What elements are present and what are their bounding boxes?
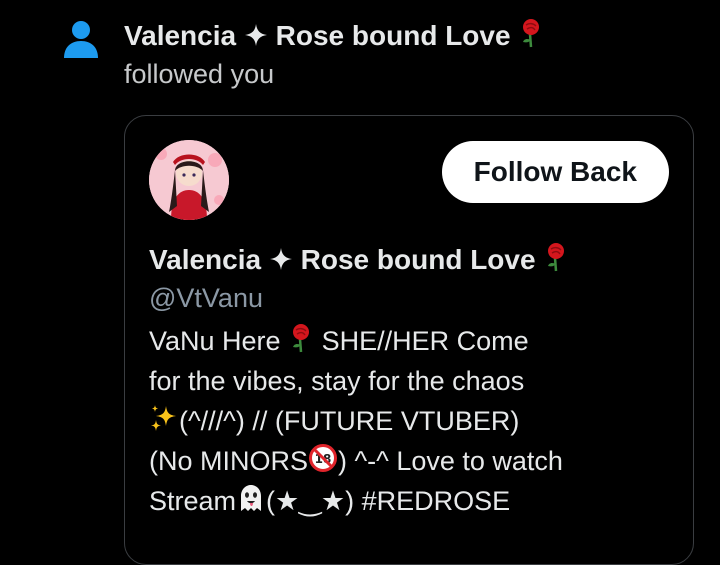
profile-avatar[interactable] bbox=[149, 140, 229, 220]
bio-line: for the vibes, stay for the chaos bbox=[149, 366, 525, 396]
profile-card[interactable]: Follow Back Valencia Rose bound Love @Vt… bbox=[124, 115, 694, 565]
profile-bio: VaNu Here SHE//HER Come for the vibes, s… bbox=[149, 321, 669, 521]
ghost-icon bbox=[241, 485, 262, 511]
person-icon bbox=[64, 21, 98, 58]
bio-text: (★‿★) #REDROSE bbox=[266, 486, 511, 516]
sparkles-icon bbox=[151, 405, 176, 431]
bio-line: (No MINORS 18 ) ^-^ Love to watch bbox=[149, 441, 669, 481]
rose-icon bbox=[523, 19, 540, 48]
bio-text: (No MINORS bbox=[149, 446, 309, 476]
no-under-18-icon: 18 bbox=[309, 444, 338, 472]
profile-name-rest: Rose bound Love bbox=[300, 244, 536, 275]
four-point-star-icon bbox=[244, 24, 267, 46]
profile-handle[interactable]: @VtVanu bbox=[149, 280, 263, 316]
bio-text: Stream bbox=[149, 486, 237, 516]
actor-name-rest: Rose bound Love bbox=[275, 20, 511, 51]
profile-name-first: Valencia bbox=[149, 244, 262, 275]
notification-header: Valencia Rose bound Love followed you bbox=[124, 16, 704, 92]
avatar-image bbox=[149, 140, 229, 220]
rose-icon bbox=[293, 324, 310, 353]
bio-text: (^///^) // (FUTURE VTUBER) bbox=[179, 406, 520, 436]
actor-name[interactable]: Valencia Rose bound Love bbox=[124, 16, 704, 56]
profile-name[interactable]: Valencia Rose bound Love bbox=[149, 240, 569, 280]
actor-name-first: Valencia bbox=[124, 20, 237, 51]
four-point-star-icon bbox=[269, 248, 292, 270]
bio-text: VaNu Here bbox=[149, 326, 281, 356]
follow-back-button[interactable]: Follow Back bbox=[441, 141, 669, 203]
rose-icon bbox=[548, 243, 565, 272]
bio-line: (^///^) // (FUTURE VTUBER) bbox=[149, 401, 669, 441]
bio-line: VaNu Here SHE//HER Come bbox=[149, 321, 669, 361]
bio-text: ) ^-^ Love to watch bbox=[338, 446, 563, 476]
bio-line: Stream (★‿★) #REDROSE bbox=[149, 481, 669, 521]
bio-text: SHE//HER Come bbox=[321, 326, 529, 356]
action-text: followed you bbox=[124, 59, 275, 89]
